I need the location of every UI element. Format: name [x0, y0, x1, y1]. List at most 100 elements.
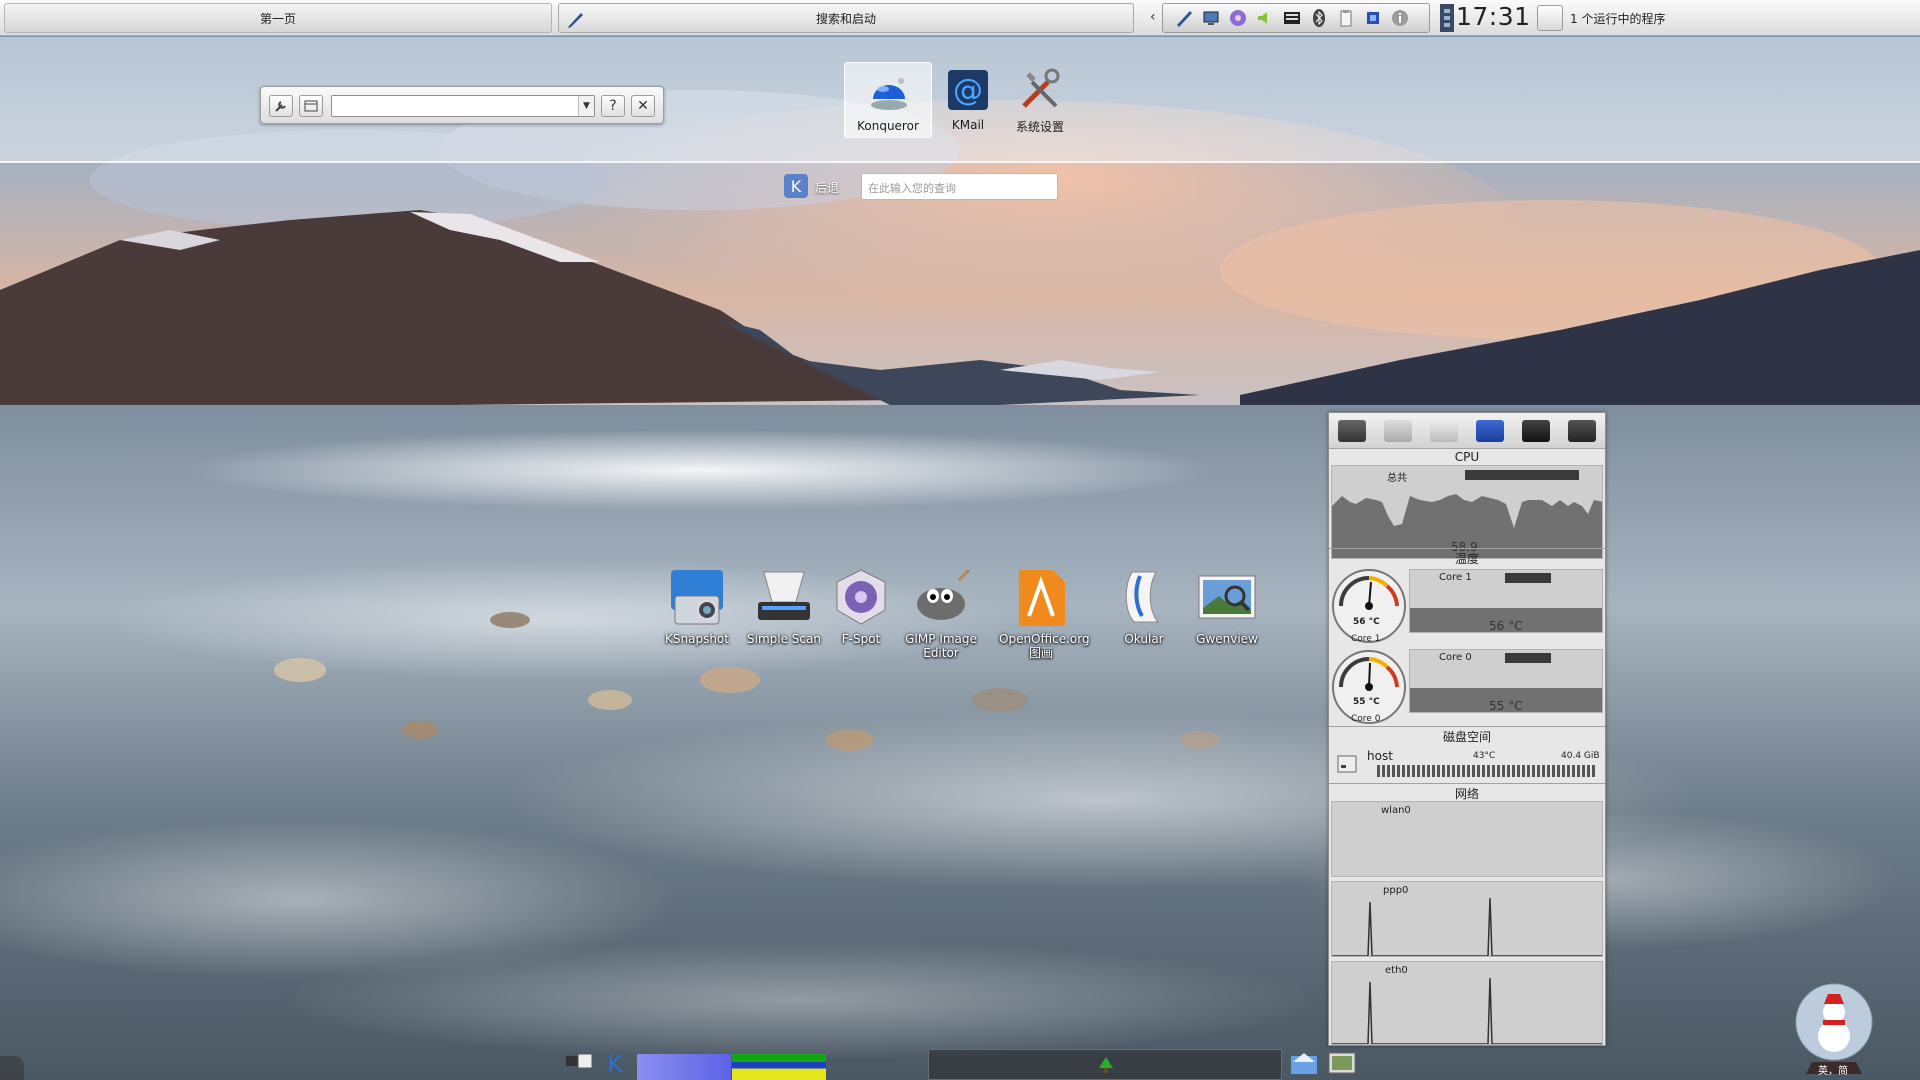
media-icon[interactable] — [1227, 7, 1249, 29]
pen-icon — [568, 13, 583, 28]
kde-menu-icon[interactable]: K — [600, 1050, 630, 1076]
ksnapshot-icon — [671, 570, 723, 625]
core0-value: 55 °C — [1489, 699, 1523, 713]
desktop-icon-label: GIMP Image Editor — [905, 632, 977, 660]
search-launch-label: 搜索和启动 — [815, 11, 876, 26]
panel-handle-icon[interactable] — [1440, 4, 1454, 32]
system-monitor-toolbar — [1329, 413, 1605, 449]
ppp0-label: ppp0 — [1383, 885, 1409, 896]
volume-icon[interactable] — [1254, 7, 1276, 29]
desktop-icon-label: Simple Scan — [747, 632, 821, 646]
desktop-icon-simple-scan[interactable]: Simple Scan — [742, 566, 826, 646]
system-settings-icon — [1022, 68, 1060, 108]
home-folder-icon[interactable] — [1289, 1050, 1319, 1076]
eth0-label: eth0 — [1385, 965, 1408, 976]
disk-icon[interactable] — [1384, 419, 1412, 442]
activity-combobox[interactable]: ▼ — [331, 95, 595, 117]
devices-icon[interactable] — [564, 1050, 594, 1076]
core1-label: Core 1 — [1439, 572, 1472, 583]
desktop-icon-label: KSnapshot — [665, 632, 729, 646]
close-icon[interactable]: ✕ — [631, 95, 655, 117]
search-and-launch-button[interactable]: 搜索和启动 — [558, 3, 1134, 33]
back-label[interactable]: 后退 — [815, 179, 839, 196]
desktop-icon-label: F-Spot — [841, 632, 881, 646]
favorite-label: Konqueror — [857, 119, 919, 133]
pen-icon[interactable] — [1173, 7, 1195, 29]
wlan0-label: wlan0 — [1381, 805, 1411, 816]
chevron-down-icon[interactable]: ▼ — [578, 96, 594, 116]
disk-temp: 43°C — [1473, 751, 1496, 761]
memory-icon[interactable] — [1568, 419, 1596, 442]
widget-toolbox: ▼ ? ✕ — [260, 86, 664, 124]
gwenview-icon — [1198, 575, 1256, 619]
keyboard-icon[interactable] — [1281, 7, 1303, 29]
core1-gauge — [1332, 569, 1406, 643]
wrench-icon[interactable] — [269, 95, 293, 117]
bluetooth-icon[interactable] — [1308, 7, 1330, 29]
clock[interactable]: 17:31 — [1456, 2, 1531, 31]
tree-icon — [1099, 1057, 1113, 1073]
favorite-konqueror[interactable]: Konqueror — [844, 62, 932, 138]
info-icon[interactable] — [1389, 7, 1411, 29]
desktop-icon-label: OpenOffice.org 图画 — [999, 632, 1090, 660]
running-programs-label[interactable]: 1 个运行中的程序 — [1570, 10, 1665, 27]
search-query-input[interactable]: 在此输入您的查询 — [861, 173, 1058, 200]
core1-gauge-value: 56 °C — [1353, 617, 1380, 627]
top-panel: 第一页 搜索和启动 ‹ 17:31 1 个运行中的程序 — [0, 0, 1920, 36]
pager-desktop-1[interactable]: 第一页 — [4, 3, 552, 33]
svg-text:K: K — [607, 1050, 624, 1076]
cpu-title: CPU — [1454, 450, 1480, 464]
pager-strip-2[interactable] — [732, 1054, 826, 1080]
wlan0-plot — [1331, 801, 1603, 877]
core0-bar — [1505, 653, 1551, 663]
help-icon[interactable]: ? — [601, 95, 625, 117]
drive-icon — [1337, 755, 1357, 773]
network-icon[interactable] — [1200, 7, 1222, 29]
openoffice-draw-icon — [1019, 570, 1065, 626]
disk-usage-bar — [1377, 765, 1595, 777]
desktop-icon-okular[interactable]: Okular — [1102, 566, 1186, 646]
hard-disk-icon[interactable] — [1338, 419, 1366, 442]
network-card-icon[interactable] — [1522, 419, 1550, 442]
temperature-icon[interactable] — [1430, 419, 1458, 442]
gimp-icon — [917, 568, 971, 620]
pager-label: 第一页 — [259, 11, 296, 26]
cpu-icon[interactable] — [1362, 7, 1384, 29]
taskbar[interactable] — [928, 1049, 1282, 1080]
cpu-total-bar — [1465, 470, 1579, 480]
clipboard-icon[interactable] — [1335, 7, 1357, 29]
input-method-snow-globe[interactable]: 英，简 — [1792, 982, 1876, 1078]
svg-text:K: K — [791, 177, 802, 196]
ppp0-plot — [1331, 881, 1603, 957]
favorite-system-settings[interactable]: 系统设置 — [996, 62, 1084, 138]
temperature-title: 温度 — [1454, 552, 1479, 566]
desktop-icon-fspot[interactable]: F-Spot — [819, 566, 903, 646]
kde-back-icon[interactable]: K — [784, 174, 808, 198]
cashew-launcher-icon[interactable] — [0, 1056, 24, 1080]
disk-host-label: host — [1367, 749, 1393, 763]
eth0-plot — [1331, 961, 1603, 1045]
disk-title: 磁盘空间 — [1442, 730, 1491, 744]
disk-size: 40.4 GiB — [1561, 751, 1600, 761]
pager-strip-1[interactable] — [637, 1054, 731, 1080]
running-programs-icon[interactable] — [1537, 5, 1563, 31]
cpu-total-label: 总共 — [1387, 473, 1407, 484]
close-glyph: ✕ — [637, 98, 649, 114]
input-method-label: 英，简 — [1818, 1066, 1848, 1077]
kmail-icon: @ — [948, 70, 988, 110]
system-monitor-widget: CPU 总共 58.9 温度 56 °C Core 1 Core 1 56 °C… — [1328, 412, 1606, 1046]
image-viewer-icon[interactable] — [1327, 1050, 1357, 1076]
tray-expand-arrow-icon[interactable]: ‹ — [1150, 9, 1156, 25]
desktop-icon-openoffice-draw[interactable]: OpenOffice.org 图画 — [999, 566, 1090, 660]
desktop-icon-label: Okular — [1124, 632, 1164, 646]
core0-gauge-label: Core 0 — [1351, 714, 1381, 724]
desktop-icon-gimp[interactable]: GIMP Image Editor — [899, 566, 983, 660]
desktop-icon-label: Gwenview — [1196, 632, 1258, 646]
desktop-icon-gwenview[interactable]: Gwenview — [1185, 566, 1269, 646]
okular-icon — [1125, 571, 1160, 623]
desktop-icon-ksnapshot[interactable]: KSnapshot — [655, 566, 739, 646]
cpu-icon[interactable] — [1476, 419, 1504, 442]
panel-icon[interactable] — [299, 95, 323, 117]
core1-gauge-label: Core 1 — [1351, 634, 1381, 644]
network-title: 网络 — [1454, 787, 1479, 801]
